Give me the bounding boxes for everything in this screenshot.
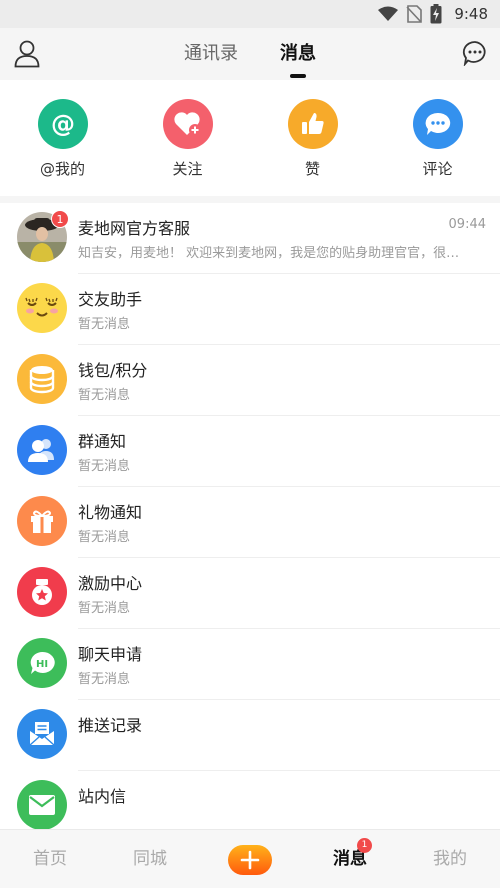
message-title: 推送记录: [78, 716, 143, 735]
header-tabs: 通讯录 消息: [0, 28, 500, 80]
status-bar: 9:48: [0, 0, 500, 28]
nav-messages[interactable]: 消息 1: [300, 830, 400, 888]
group-icon: [17, 425, 67, 475]
svg-text:HI: HI: [36, 659, 48, 670]
header: 通讯录 消息: [0, 28, 500, 80]
mail-open-icon: [17, 709, 67, 759]
chat-bubble-icon[interactable]: [462, 40, 488, 66]
list-item-push-history[interactable]: 推送记录: [0, 700, 500, 771]
comment-icon: [412, 99, 463, 149]
message-title: 站内信: [78, 787, 127, 806]
message-title: 群通知: [78, 432, 127, 451]
list-item-wallet[interactable]: 钱包/积分 暂无消息: [0, 345, 500, 416]
message-preview: 暂无消息: [78, 459, 131, 474]
plus-icon: [228, 845, 272, 875]
message-title: 聊天申请: [78, 645, 143, 664]
list-item-gift-notice[interactable]: 礼物通知 暂无消息: [0, 487, 500, 558]
message-title: 钱包/积分: [78, 361, 148, 380]
status-time: 9:48: [454, 5, 488, 23]
quick-action-mentions[interactable]: @ @我的: [0, 80, 125, 196]
medal-icon: [17, 567, 67, 617]
gift-icon: [17, 496, 67, 546]
battery-charging-icon: [430, 4, 442, 24]
quick-action-label: 赞: [304, 160, 320, 178]
message-title: 礼物通知: [78, 503, 143, 522]
quick-action-likes[interactable]: 赞: [250, 80, 375, 196]
thumbs-up-icon: [287, 99, 338, 149]
message-title: 麦地网官方客服: [78, 219, 191, 238]
tab-messages[interactable]: 消息: [280, 28, 316, 80]
message-title: 交友助手: [78, 290, 143, 309]
message-title: 激励中心: [78, 574, 143, 593]
message-preview: 暂无消息: [78, 530, 131, 545]
smiley-face-icon: [17, 283, 67, 333]
quick-action-comments[interactable]: 评论: [375, 80, 500, 196]
list-item-official-service[interactable]: 1 麦地网官方客服 09:44 知吉安，用麦地！ 欢迎来到麦地网，我是您的贴身助…: [0, 203, 500, 274]
bottom-nav: 首页 同城 消息 1 我的: [0, 829, 500, 888]
nav-publish[interactable]: [200, 830, 300, 888]
unread-badge: 1: [51, 210, 69, 228]
list-item-group-notice[interactable]: 群通知 暂无消息: [0, 416, 500, 487]
message-preview: 暂无消息: [78, 317, 131, 332]
quick-action-label: 评论: [422, 160, 453, 178]
message-time: 09:44: [448, 217, 486, 232]
nav-home[interactable]: 首页: [0, 830, 100, 888]
quick-action-label: 关注: [172, 160, 203, 178]
message-preview: 暂无消息: [78, 388, 131, 403]
list-item-incentive-center[interactable]: 激励中心 暂无消息: [0, 558, 500, 629]
no-sim-icon: [406, 5, 423, 23]
nav-nearby[interactable]: 同城: [100, 830, 200, 888]
message-preview: 暂无消息: [78, 672, 131, 687]
quick-actions: @ @我的 关注 赞 评论: [0, 80, 500, 196]
message-preview: 知吉安，用麦地！ 欢迎来到麦地网，我是您的贴身助理官官，很…: [78, 246, 460, 261]
message-list: 1 麦地网官方客服 09:44 知吉安，用麦地！ 欢迎来到麦地网，我是您的贴身助…: [0, 203, 500, 829]
list-item-dating-assistant[interactable]: 交友助手 暂无消息: [0, 274, 500, 345]
list-item-chat-request[interactable]: HI 聊天申请 暂无消息: [0, 629, 500, 700]
chat-hi-icon: HI: [17, 638, 67, 688]
tab-contacts[interactable]: 通讯录: [184, 28, 238, 80]
at-icon: @: [37, 99, 88, 149]
list-item-inbox[interactable]: 站内信: [0, 771, 500, 829]
heart-plus-icon: [162, 99, 213, 149]
wifi-icon: [378, 6, 399, 21]
nav-me[interactable]: 我的: [400, 830, 500, 888]
quick-action-label: @我的: [39, 160, 85, 178]
svg-text:@: @: [51, 110, 75, 138]
coin-stack-icon: [17, 354, 67, 404]
envelope-icon: [17, 780, 67, 829]
quick-action-follow[interactable]: 关注: [125, 80, 250, 196]
message-preview: 暂无消息: [78, 601, 131, 616]
unread-badge: 1: [357, 838, 372, 853]
